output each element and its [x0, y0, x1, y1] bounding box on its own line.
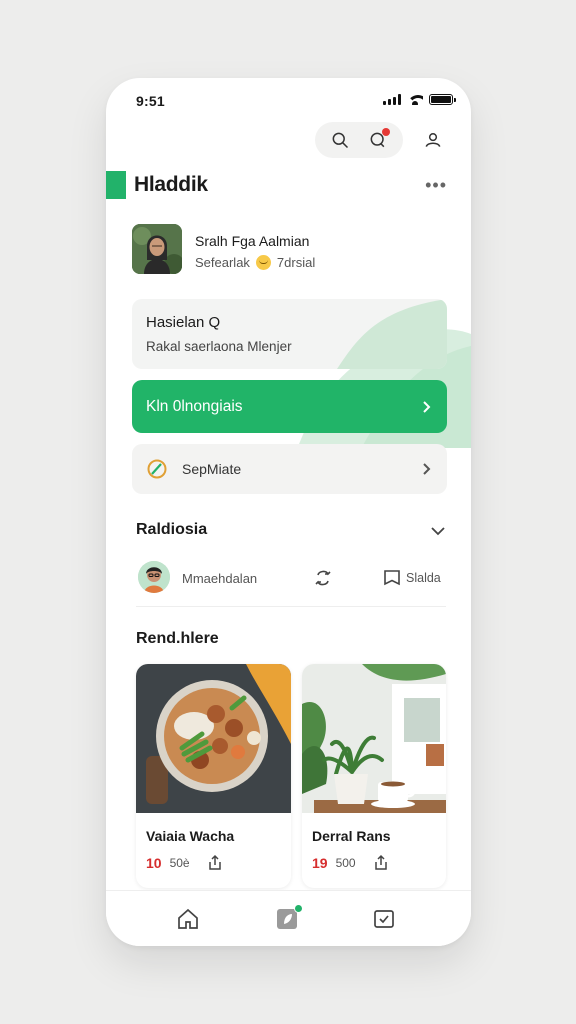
info-card-subtitle: Rakal saerlaona Mlenjer: [146, 339, 292, 354]
tab-badge: [294, 904, 303, 913]
secondary-row[interactable]: SepMiate: [132, 444, 447, 494]
secondary-row-label: SepMiate: [182, 461, 242, 477]
search-icon[interactable]: [329, 129, 351, 151]
info-card-title: Hasielan Q: [146, 314, 221, 331]
signal-icon: [383, 94, 401, 105]
bottom-tab-bar: [106, 890, 471, 946]
wifi-icon: [407, 94, 423, 105]
share-icon[interactable]: [206, 854, 224, 872]
status-bar: 9:51: [106, 78, 471, 122]
post-title: Vaiaia Wacha: [146, 828, 235, 844]
compass-icon: [147, 459, 167, 479]
top-toolbar: [315, 122, 451, 158]
smiley-icon: [255, 255, 271, 270]
primary-action-label: Kln 0lnongiais: [146, 398, 243, 415]
activity-user-name: Mmaehdalan: [182, 571, 258, 586]
bookmark-icon: [384, 570, 400, 586]
post-card[interactable]: Derral Rans 19 500: [302, 664, 446, 888]
user-meta: Sefearlak 7drsial: [195, 255, 315, 270]
post-count: 19: [312, 855, 328, 871]
avatar[interactable]: [138, 561, 170, 593]
page-header: Hladdik •••: [106, 171, 471, 201]
activity-row: Mmaehdalan Slalda: [136, 561, 446, 607]
more-options-icon[interactable]: •••: [425, 175, 447, 196]
section-title: Raldiosia: [136, 521, 208, 538]
save-button[interactable]: Slalda: [382, 569, 441, 587]
check-icon[interactable]: [372, 907, 398, 933]
post-title: Derral Rans: [312, 828, 391, 844]
food-image: [136, 664, 291, 813]
chevron-down-icon[interactable]: [430, 523, 446, 539]
post-meta: 19 500: [312, 854, 390, 872]
plant-image: [302, 664, 446, 813]
leaf-icon[interactable]: [275, 904, 303, 933]
user-status: Sefearlak: [195, 255, 250, 270]
section-title: Rend.hlere: [136, 630, 219, 647]
chat-icon[interactable]: [367, 128, 390, 151]
post-meta-text: 500: [335, 856, 356, 870]
home-icon[interactable]: [176, 907, 202, 933]
post-meta-text: 50è: [169, 856, 190, 870]
post-meta: 10 50è: [146, 854, 224, 872]
user-location: 7drsial: [276, 255, 316, 270]
status-icons: [383, 94, 456, 105]
chevron-right-icon: [419, 400, 433, 414]
info-card-deco: [337, 299, 447, 369]
chevron-right-icon: [419, 462, 433, 476]
user-profile-row[interactable]: Sralh Fga Aalmian Sefearlak 7drsial: [132, 224, 452, 276]
page-title: Hladdik: [134, 173, 208, 196]
notification-dot: [382, 128, 390, 136]
save-label: Slalda: [406, 571, 441, 585]
repost-icon[interactable]: [312, 567, 334, 589]
info-card[interactable]: Hasielan Q Rakal saerlaona Mlenjer: [132, 299, 447, 369]
header-accent-bar: [106, 171, 126, 199]
post-card[interactable]: Vaiaia Wacha 10 50è: [136, 664, 291, 888]
profile-icon[interactable]: [415, 122, 451, 158]
post-count: 10: [146, 855, 162, 871]
phone-screen: 9:51 Hladdik ••• Sralh Fga Aalmian Sefea…: [106, 78, 471, 946]
share-icon[interactable]: [372, 854, 390, 872]
battery-icon: [429, 94, 456, 105]
primary-action-button[interactable]: Kln 0lnongiais: [132, 380, 447, 433]
search-chat-group: [315, 122, 403, 158]
user-name: Sralh Fga Aalmian: [195, 233, 310, 249]
section-header: Raldiosia: [136, 521, 446, 539]
avatar: [132, 224, 182, 274]
status-time: 9:51: [136, 93, 165, 109]
